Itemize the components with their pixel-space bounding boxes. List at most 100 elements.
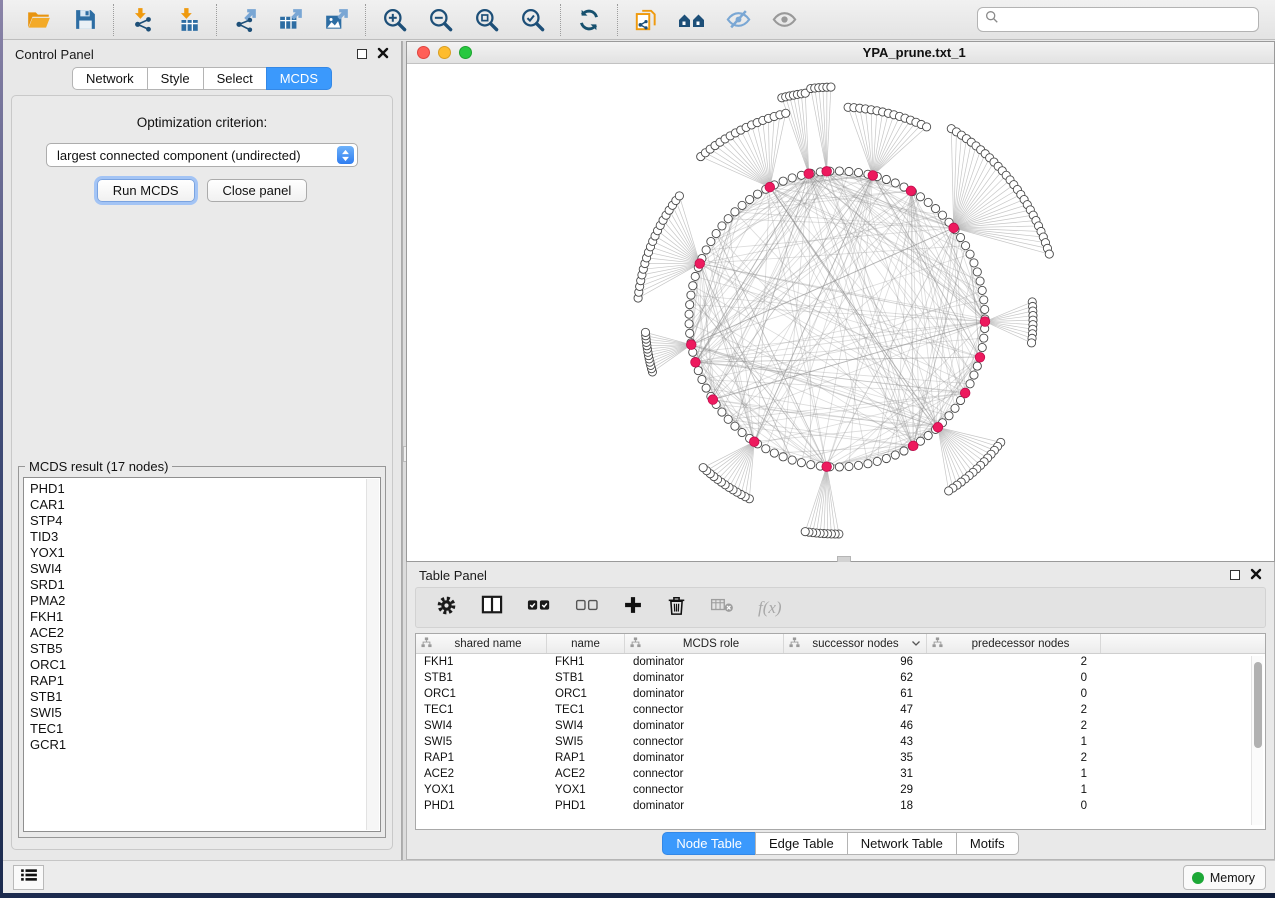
network-graph[interactable]	[407, 64, 1274, 561]
duplicate-network-button[interactable]	[631, 5, 661, 35]
table-row[interactable]: STB1STB1dominator620	[416, 670, 1265, 686]
import-network-button[interactable]	[127, 5, 157, 35]
mcds-result-item[interactable]: STB1	[30, 689, 380, 705]
import-table-button[interactable]	[173, 5, 203, 35]
table-row[interactable]: PHD1PHD1dominator180	[416, 798, 1265, 814]
search-field[interactable]	[977, 7, 1259, 32]
mcds-hub-node[interactable]	[868, 171, 878, 181]
mcds-result-item[interactable]: STP4	[30, 513, 380, 529]
network-view-canvas[interactable]	[407, 64, 1274, 561]
refresh-button[interactable]	[574, 5, 604, 35]
network-titlebar[interactable]: YPA_prune.txt_1	[407, 42, 1274, 64]
show-all-button[interactable]	[769, 5, 799, 35]
mcds-hub-node[interactable]	[765, 182, 775, 192]
result-list-scrollbar[interactable]	[366, 479, 379, 830]
export-image-button[interactable]	[322, 5, 352, 35]
mcds-hub-node[interactable]	[695, 259, 705, 269]
mcds-hub-node[interactable]	[949, 223, 959, 233]
mcds-result-item[interactable]: PMA2	[30, 593, 380, 609]
mcds-result-item[interactable]: SWI5	[30, 705, 380, 721]
tab-network[interactable]: Network	[72, 67, 148, 90]
run-mcds-button[interactable]: Run MCDS	[97, 179, 195, 202]
mcds-result-item[interactable]: CAR1	[30, 497, 380, 513]
select-all-columns-icon[interactable]	[527, 598, 551, 617]
table-row[interactable]: ACE2ACE2connector311	[416, 766, 1265, 782]
mcds-result-item[interactable]: FKH1	[30, 609, 380, 625]
mcds-result-item[interactable]: STB5	[30, 641, 380, 657]
table-scrollbar-thumb[interactable]	[1254, 662, 1262, 748]
table-tab-edge-table[interactable]: Edge Table	[755, 832, 848, 855]
show-column-panel-icon[interactable]	[481, 595, 503, 620]
table-row[interactable]: ORC1ORC1dominator610	[416, 686, 1265, 702]
deselect-all-columns-icon[interactable]	[575, 598, 599, 617]
mcds-hub-node[interactable]	[708, 395, 718, 405]
mcds-hub-node[interactable]	[686, 340, 696, 350]
zoom-selected-button[interactable]	[517, 5, 547, 35]
column-header-MCDS-role[interactable]: MCDS role	[625, 634, 784, 653]
mcds-hub-node[interactable]	[908, 441, 918, 451]
table-row[interactable]: SWI5SWI5connector431	[416, 734, 1265, 750]
mcds-hub-node[interactable]	[822, 462, 832, 472]
mcds-result-item[interactable]: ORC1	[30, 657, 380, 673]
mcds-result-item[interactable]: TID3	[30, 529, 380, 545]
open-button[interactable]	[24, 5, 54, 35]
table-tab-network-table[interactable]: Network Table	[847, 832, 957, 855]
column-header-shared-name[interactable]: shared name	[416, 634, 547, 653]
mcds-result-item[interactable]: YOX1	[30, 545, 380, 561]
mcds-result-item[interactable]: SRD1	[30, 577, 380, 593]
mcds-result-item[interactable]: ACE2	[30, 625, 380, 641]
mcds-hub-node[interactable]	[975, 353, 985, 363]
maximize-window-icon[interactable]	[459, 46, 472, 59]
tab-select[interactable]: Select	[203, 67, 267, 90]
criterion-select[interactable]: largest connected component (undirected)	[46, 143, 358, 167]
mcds-result-item[interactable]: PHD1	[30, 481, 380, 497]
tab-style[interactable]: Style	[147, 67, 204, 90]
zoom-in-button[interactable]	[379, 5, 409, 35]
table-row[interactable]: TEC1TEC1connector472	[416, 702, 1265, 718]
column-header-successor-nodes[interactable]: successor nodes	[784, 634, 927, 653]
neighbors-houses-button[interactable]	[677, 5, 707, 35]
zoom-out-button[interactable]	[425, 5, 455, 35]
function-builder-icon[interactable]: f(x)	[758, 598, 782, 618]
table-row[interactable]: RAP1RAP1dominator352	[416, 750, 1265, 766]
export-network-button[interactable]	[230, 5, 260, 35]
table-scrollbar[interactable]	[1251, 656, 1263, 825]
mcds-hub-node[interactable]	[749, 437, 759, 447]
mcds-hub-node[interactable]	[906, 186, 916, 196]
mcds-result-item[interactable]: TEC1	[30, 721, 380, 737]
save-button[interactable]	[70, 5, 100, 35]
table-row[interactable]: YOX1YOX1connector291	[416, 782, 1265, 798]
minimize-window-icon[interactable]	[438, 46, 451, 59]
create-column-icon[interactable]	[623, 595, 643, 620]
mcds-hub-node[interactable]	[980, 317, 990, 327]
mcds-hub-node[interactable]	[822, 167, 832, 177]
column-header-predecessor-nodes[interactable]: predecessor nodes	[927, 634, 1101, 653]
table-tab-motifs[interactable]: Motifs	[956, 832, 1019, 855]
export-table-button[interactable]	[276, 5, 306, 35]
mcds-hub-node[interactable]	[691, 357, 701, 367]
close-window-icon[interactable]	[417, 46, 430, 59]
mcds-result-item[interactable]: SWI4	[30, 561, 380, 577]
float-panel-icon[interactable]	[1230, 570, 1240, 580]
mcds-result-item[interactable]: RAP1	[30, 673, 380, 689]
mcds-hub-node[interactable]	[804, 169, 814, 179]
mcds-hub-node[interactable]	[933, 422, 943, 432]
status-menu-button[interactable]	[13, 865, 44, 890]
mcds-hub-node[interactable]	[960, 388, 970, 398]
zoom-fit-button[interactable]	[471, 5, 501, 35]
destroy-table-icon[interactable]	[710, 596, 734, 619]
close-panel-icon[interactable]	[377, 47, 389, 62]
close-panel-button[interactable]: Close panel	[207, 179, 308, 202]
hide-selected-button[interactable]	[723, 5, 753, 35]
delete-column-icon[interactable]	[667, 595, 686, 621]
tab-mcds[interactable]: MCDS	[266, 67, 332, 90]
table-settings-gear-icon[interactable]	[436, 595, 457, 621]
mcds-result-item[interactable]: GCR1	[30, 737, 380, 753]
table-tab-node-table[interactable]: Node Table	[662, 832, 756, 855]
search-input[interactable]	[1004, 13, 1251, 27]
mcds-result-list[interactable]: PHD1CAR1STP4TID3YOX1SWI4SRD1PMA2FKH1ACE2…	[23, 477, 381, 832]
float-panel-icon[interactable]	[357, 49, 367, 59]
table-row[interactable]: FKH1FKH1dominator962	[416, 654, 1265, 670]
table-row[interactable]: SWI4SWI4dominator462	[416, 718, 1265, 734]
close-panel-icon[interactable]	[1250, 568, 1262, 583]
